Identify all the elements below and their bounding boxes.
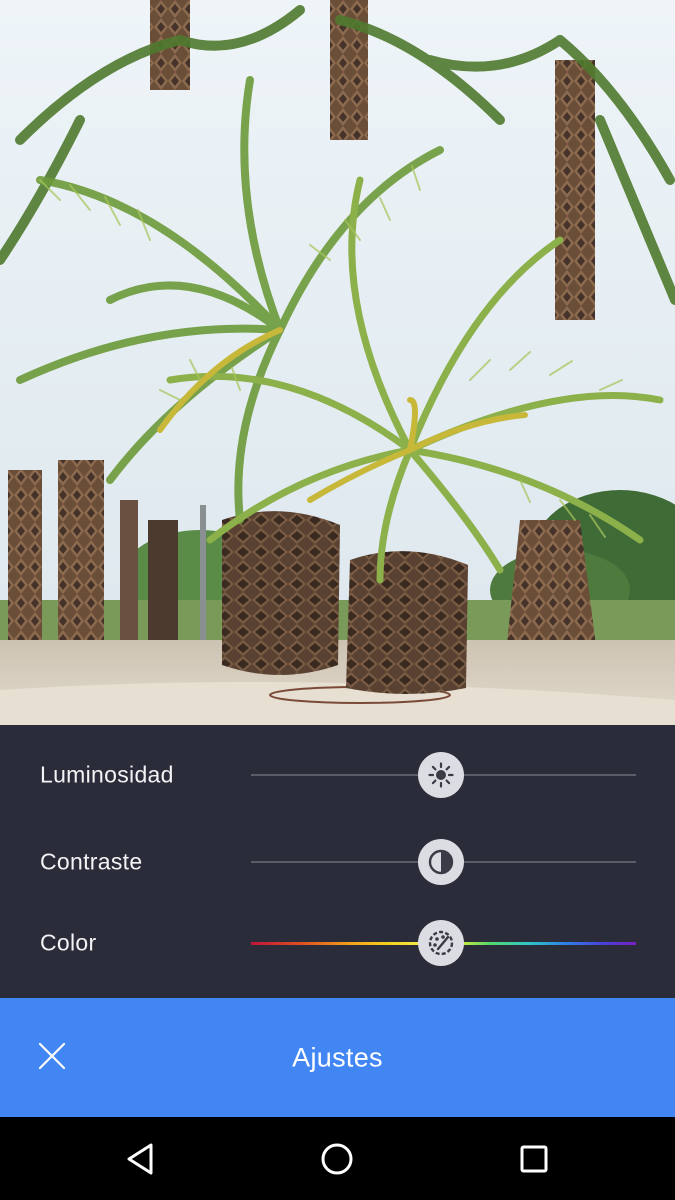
recents-square-icon xyxy=(520,1145,548,1173)
system-navigation-bar xyxy=(0,1117,675,1200)
contrast-icon xyxy=(428,849,454,875)
color-row: Color xyxy=(0,913,675,973)
back-button[interactable] xyxy=(116,1135,164,1183)
brightness-slider-knob[interactable] xyxy=(418,752,464,798)
palm-trees-photo xyxy=(0,0,675,725)
recents-button[interactable] xyxy=(510,1135,558,1183)
color-slider-knob[interactable] xyxy=(418,920,464,966)
screen-title: Ajustes xyxy=(292,1042,383,1072)
brightness-label: Luminosidad xyxy=(40,761,174,788)
adjustments-action-bar: Ajustes xyxy=(0,998,675,1117)
contrast-slider-knob[interactable] xyxy=(418,839,464,885)
photo-canvas xyxy=(0,0,675,725)
brightness-row: Luminosidad xyxy=(0,745,675,805)
contrast-label: Contraste xyxy=(40,848,143,875)
color-palette-icon xyxy=(428,930,454,956)
contrast-row: Contraste xyxy=(0,832,675,892)
back-triangle-icon xyxy=(127,1143,153,1175)
adjustments-panel: Luminosidad Contraste Color xyxy=(0,725,675,998)
brightness-icon xyxy=(428,762,454,788)
color-label: Color xyxy=(40,929,97,956)
home-button[interactable] xyxy=(313,1135,361,1183)
home-circle-icon xyxy=(321,1143,353,1175)
